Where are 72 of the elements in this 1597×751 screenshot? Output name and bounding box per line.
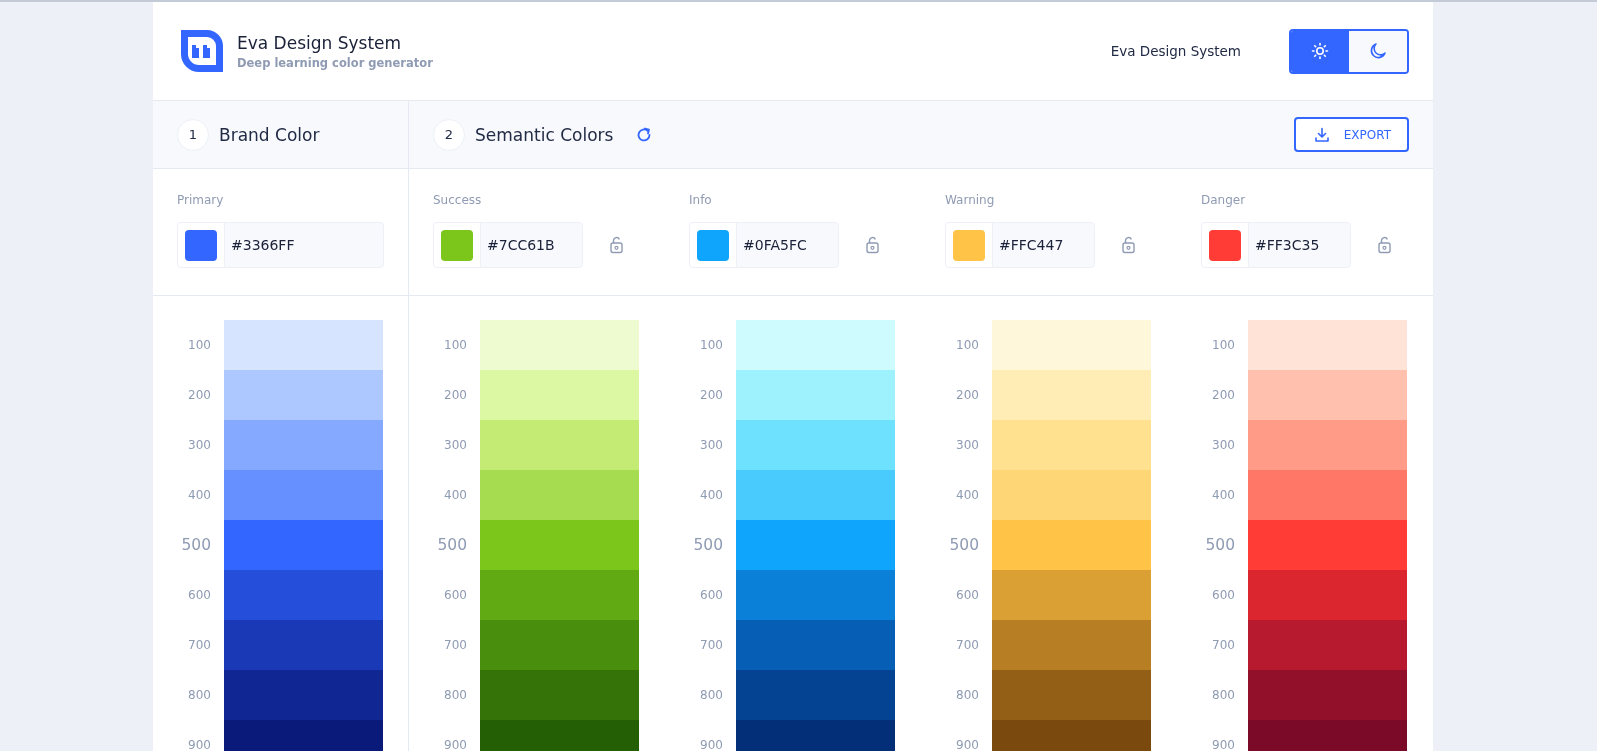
- shade-label: 800: [955, 687, 980, 704]
- shade-label: 700: [1211, 637, 1236, 654]
- shade-label: 200: [443, 387, 468, 404]
- shade-label: 700: [955, 637, 980, 654]
- shade-label: 500: [692, 535, 724, 556]
- shade-label: 900: [187, 737, 212, 751]
- shade-label: 200: [187, 387, 212, 404]
- shade-label: 700: [699, 637, 724, 654]
- shade-label: 400: [1211, 487, 1236, 504]
- shade-label: 500: [1204, 535, 1236, 556]
- shade-label: 900: [955, 737, 980, 751]
- unlocked-padlock-button[interactable]: [609, 236, 624, 254]
- shade-label: 600: [187, 587, 212, 604]
- step-number: 1: [177, 118, 209, 151]
- shade-label: 600: [699, 587, 724, 604]
- shade-label: 900: [1211, 737, 1236, 751]
- app-title: Eva Design System: [237, 32, 403, 53]
- shade-label: 600: [443, 587, 468, 604]
- shade-label: 300: [955, 437, 980, 454]
- color-field[interactable]: #FFC447: [945, 222, 1095, 268]
- shade-label: 400: [187, 487, 212, 504]
- unlocked-padlock-button[interactable]: [1377, 236, 1392, 254]
- shade-label: 800: [699, 687, 724, 704]
- shade-label: 600: [1211, 587, 1236, 604]
- shade-label: 300: [187, 437, 212, 454]
- color-label: Danger: [1201, 193, 1247, 207]
- shade-label: 100: [187, 337, 212, 354]
- shade-label: 300: [699, 437, 724, 454]
- color-label: Primary: [177, 193, 225, 207]
- shade-label: 200: [699, 387, 724, 404]
- moon-icon: [1369, 42, 1387, 60]
- shade-label: 800: [1211, 687, 1236, 704]
- color-label: Info: [689, 193, 713, 207]
- shade-label: 500: [436, 535, 468, 556]
- shade-label: 100: [955, 337, 980, 354]
- shade-label: 100: [443, 337, 468, 354]
- download-icon: [1313, 126, 1330, 143]
- color-field[interactable]: #7CC61B: [433, 222, 583, 268]
- export-button[interactable]: EXPORT: [1293, 117, 1409, 152]
- shade-label: 900: [699, 737, 724, 751]
- color-label: Warning: [945, 193, 996, 207]
- shade-label: 600: [955, 587, 980, 604]
- shade-label: 200: [1211, 387, 1236, 404]
- step-title: Brand Color: [219, 124, 320, 145]
- step-number: 2: [433, 118, 465, 151]
- shade-label: 200: [955, 387, 980, 404]
- step-title: Semantic Colors: [475, 124, 614, 145]
- unlocked-padlock-button[interactable]: [1121, 236, 1136, 254]
- color-field[interactable]: #0FA5FC: [689, 222, 839, 268]
- light-theme-button[interactable]: [1291, 30, 1349, 72]
- unlocked-padlock-button[interactable]: [865, 236, 880, 254]
- color-field[interactable]: #FF3C35: [1201, 222, 1351, 268]
- shade-label: 900: [443, 737, 468, 751]
- sun-icon: [1311, 42, 1329, 60]
- shade-label: 800: [187, 687, 212, 704]
- shade-label: 300: [1211, 437, 1236, 454]
- shade-label: 300: [443, 437, 468, 454]
- shade-label: 500: [180, 535, 212, 556]
- shade-label: 700: [187, 637, 212, 654]
- shade-label: 100: [1211, 337, 1236, 354]
- shade-label: 400: [443, 487, 468, 504]
- nav-link[interactable]: Eva Design System: [1110, 43, 1241, 59]
- shade-label: 400: [699, 487, 724, 504]
- shade-label: 700: [443, 637, 468, 654]
- shade-label: 800: [443, 687, 468, 704]
- app-subtitle: Deep learning color generator: [237, 55, 433, 70]
- shade-label: 500: [948, 535, 980, 556]
- shade-label: 400: [955, 487, 980, 504]
- shade-label: 100: [699, 337, 724, 354]
- color-field[interactable]: #3366FF: [177, 222, 384, 268]
- dark-theme-button[interactable]: [1349, 30, 1407, 72]
- color-label: Success: [433, 193, 483, 207]
